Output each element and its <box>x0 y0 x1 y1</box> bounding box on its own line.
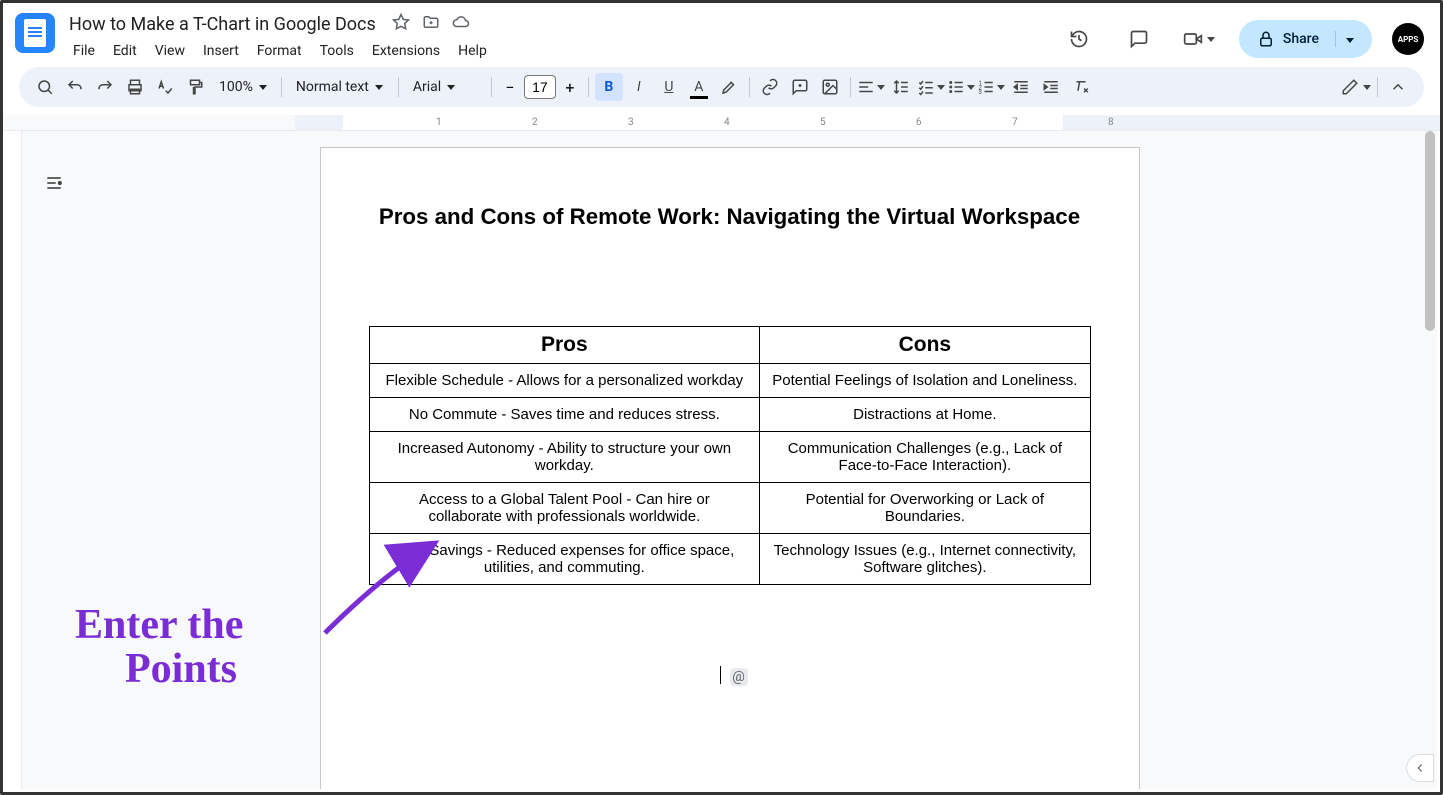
ruler-tick: 6 <box>916 117 922 128</box>
t-chart-table[interactable]: Pros Cons Flexible Schedule - Allows for… <box>369 326 1091 585</box>
share-button[interactable]: Share <box>1239 20 1372 58</box>
at-mention-chip[interactable]: @ <box>730 668 748 686</box>
move-icon[interactable] <box>422 13 440 35</box>
table-row: Increased Autonomy - Ability to structur… <box>369 432 1090 483</box>
font-select[interactable]: Arial <box>405 73 485 101</box>
increase-indent-button[interactable] <box>1037 73 1065 101</box>
search-icon[interactable] <box>31 73 59 101</box>
horizontal-ruler[interactable]: 1 2 3 4 5 6 7 8 <box>3 115 1440 131</box>
menu-view[interactable]: View <box>147 39 193 63</box>
italic-button[interactable]: I <box>625 73 653 101</box>
underline-button[interactable]: U <box>655 73 683 101</box>
doc-heading[interactable]: Pros and Cons of Remote Work: Navigating… <box>369 204 1091 230</box>
account-avatar[interactable]: APPS <box>1392 23 1424 55</box>
side-panel-toggle[interactable] <box>1406 754 1434 782</box>
redo-button[interactable] <box>91 73 119 101</box>
checklist-button[interactable] <box>917 73 945 101</box>
table-row: Access to a Global Talent Pool - Can hir… <box>369 483 1090 534</box>
insert-link-button[interactable] <box>756 73 784 101</box>
chevron-down-icon <box>1207 37 1215 42</box>
star-icon[interactable] <box>392 13 410 35</box>
spellcheck-button[interactable] <box>151 73 179 101</box>
styles-select[interactable]: Normal text <box>288 73 392 101</box>
chevron-down-icon <box>1346 38 1354 43</box>
ruler-tick: 1 <box>436 117 442 128</box>
table-header-cons[interactable]: Cons <box>760 327 1090 364</box>
numbered-list-button[interactable]: 123 <box>977 73 1005 101</box>
zoom-select[interactable]: 100% <box>211 73 275 101</box>
chevron-down-icon <box>1363 85 1371 90</box>
ruler-tick: 8 <box>1108 117 1114 128</box>
bullet-list-button[interactable] <box>947 73 975 101</box>
chevron-down-icon <box>967 85 975 90</box>
menu-file[interactable]: File <box>65 39 103 63</box>
vertical-scrollbar[interactable] <box>1423 131 1437 752</box>
share-label: Share <box>1283 31 1319 47</box>
menu-format[interactable]: Format <box>249 39 310 63</box>
chevron-down-icon <box>259 85 267 90</box>
paint-format-button[interactable] <box>181 73 209 101</box>
font-size-increase[interactable]: + <box>558 75 582 99</box>
chevron-down-icon <box>447 85 455 90</box>
line-spacing-button[interactable] <box>887 73 915 101</box>
menu-extensions[interactable]: Extensions <box>364 39 448 63</box>
table-row: No Commute - Saves time and reduces stre… <box>369 398 1090 432</box>
ruler-tick: 7 <box>1012 117 1018 128</box>
insert-image-button[interactable] <box>816 73 844 101</box>
text-color-button[interactable]: A <box>685 73 713 101</box>
document-title[interactable]: How to Make a T-Chart in Google Docs <box>65 12 380 37</box>
menu-bar: File Edit View Insert Format Tools Exten… <box>65 37 1059 65</box>
undo-button[interactable] <box>61 73 89 101</box>
decrease-indent-button[interactable] <box>1007 73 1035 101</box>
insert-comment-button[interactable] <box>786 73 814 101</box>
document-page[interactable]: Pros and Cons of Remote Work: Navigating… <box>320 147 1140 789</box>
vertical-ruler[interactable] <box>6 131 22 789</box>
collapse-toolbar-button[interactable] <box>1384 73 1412 101</box>
svg-text:3: 3 <box>978 89 981 96</box>
table-row: Cost Savings - Reduced expenses for offi… <box>369 534 1090 585</box>
cloud-status-icon[interactable] <box>452 13 470 35</box>
ruler-tick: 2 <box>532 117 538 128</box>
ruler-tick: 4 <box>724 117 730 128</box>
menu-edit[interactable]: Edit <box>105 39 145 63</box>
comments-icon[interactable] <box>1119 19 1159 59</box>
highlight-button[interactable] <box>715 73 743 101</box>
app-header: How to Make a T-Chart in Google Docs Fil… <box>3 3 1440 67</box>
clear-formatting-button[interactable] <box>1067 73 1095 101</box>
font-size-decrease[interactable]: − <box>498 75 522 99</box>
toolbar: 100% Normal text Arial − + B I U A <box>19 67 1424 107</box>
align-button[interactable] <box>857 73 885 101</box>
menu-tools[interactable]: Tools <box>312 39 362 63</box>
table-header-pros[interactable]: Pros <box>369 327 760 364</box>
menu-insert[interactable]: Insert <box>195 39 247 63</box>
print-button[interactable] <box>121 73 149 101</box>
text-cursor <box>720 666 721 684</box>
meet-button[interactable] <box>1179 19 1219 59</box>
ruler-tick: 5 <box>820 117 826 128</box>
table-row: Flexible Schedule - Allows for a persona… <box>369 364 1090 398</box>
chevron-down-icon <box>997 85 1005 90</box>
chevron-down-icon <box>877 85 885 90</box>
chevron-down-icon <box>375 85 383 90</box>
editing-mode-button[interactable] <box>1341 73 1371 101</box>
chevron-down-icon <box>937 85 945 90</box>
docs-logo[interactable] <box>15 13 55 53</box>
menu-help[interactable]: Help <box>450 39 495 63</box>
font-size-input[interactable] <box>524 75 556 99</box>
ruler-tick: 3 <box>628 117 634 128</box>
bold-button[interactable]: B <box>595 73 623 101</box>
history-icon[interactable] <box>1059 19 1099 59</box>
